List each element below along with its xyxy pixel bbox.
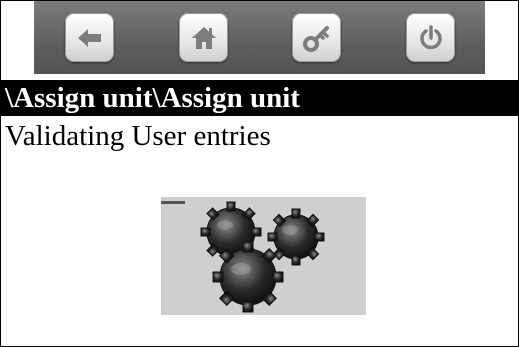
home-icon	[191, 26, 216, 49]
key-button[interactable]	[292, 13, 341, 62]
status-message: Validating User entries	[5, 120, 271, 152]
screen-frame: \Assign unit\Assign unit Validating User…	[0, 0, 519, 347]
back-button[interactable]	[65, 13, 114, 62]
title-bar: \Assign unit\Assign unit	[1, 80, 518, 116]
toolbar	[34, 1, 485, 74]
power-button[interactable]	[406, 13, 455, 62]
key-icon	[302, 25, 329, 52]
back-arrow-icon	[77, 28, 101, 47]
breadcrumb: \Assign unit\Assign unit	[5, 82, 300, 114]
home-button[interactable]	[179, 13, 228, 62]
power-icon	[419, 24, 442, 49]
gears-icon	[161, 201, 325, 313]
busy-indicator	[161, 197, 366, 315]
